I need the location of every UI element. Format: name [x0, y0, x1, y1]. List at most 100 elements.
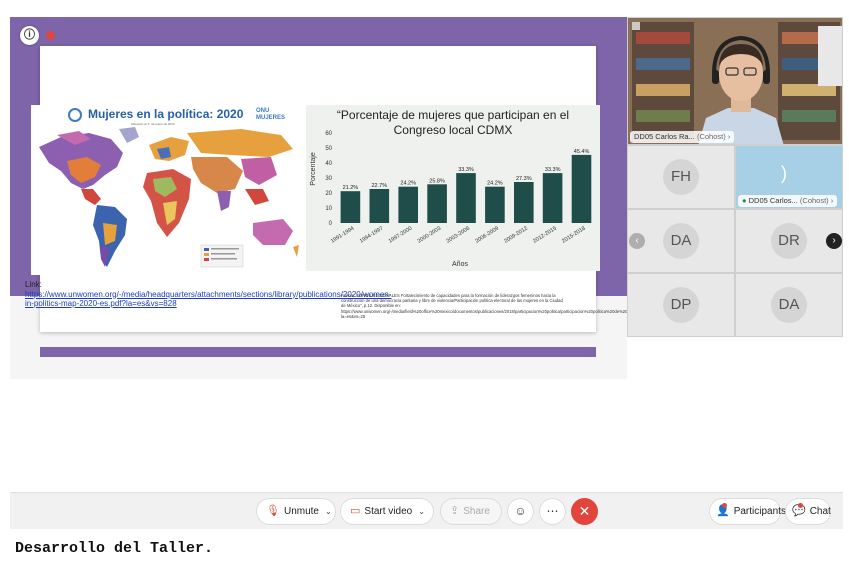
notification-dot [722, 503, 727, 508]
share-icon: ⇪ [450, 505, 460, 517]
chart-bar [340, 191, 361, 223]
chart-x-tick-label: 2006-2009 [474, 226, 499, 245]
more-options-button[interactable]: ⋯ [539, 498, 566, 525]
chart-data-label: 33.3% [545, 167, 561, 173]
map-title: Mujeres en la política: 2020 [88, 107, 244, 121]
un-women-logo: ONU MUJERES [256, 108, 286, 121]
video-off-icon: ▭ [350, 505, 361, 517]
bar-chart-panel: “Porcentaje de mujeres que participan en… [306, 105, 600, 271]
chart-x-tick-label: 2012-2015 [532, 226, 557, 245]
chart-x-tick-label: 1994-1997 [359, 226, 384, 245]
chart-y-tick-label: 50 [325, 146, 332, 152]
participant-avatar: DA [663, 223, 699, 259]
slide-footer-band [40, 347, 596, 357]
participant-role: (Cohost) [799, 196, 829, 205]
chart-data-label: 22.7% [371, 183, 387, 189]
speaking-indicator-icon: ) [781, 163, 787, 183]
link-label: Link: [25, 280, 42, 289]
chart-bar [456, 173, 476, 223]
chart-x-tick-label: 2003-2006 [446, 226, 471, 245]
chart-x-tick-label: 2000-2003 [417, 226, 442, 245]
unmute-button[interactable]: 🎙 Unmute ⌄ [256, 498, 336, 525]
chart-x-tick-label: 1991-1994 [330, 226, 355, 245]
chart-bar [571, 154, 592, 223]
chevron-down-icon[interactable]: ⌄ [325, 499, 332, 524]
shared-screen: Mujeres en la política: 2020 Situación a… [10, 17, 627, 492]
meeting-toolbar: 🎙 Unmute ⌄ ▭ Start video ⌄ ⇪ Share ☺ ⋯ ✕ 👤 Par… [10, 492, 843, 529]
unmute-label: Unmute [283, 506, 319, 517]
speaker-name: DD05 Carlos Ra... [634, 132, 695, 141]
participant-name: DD05 Carlos... [748, 196, 798, 205]
speaker-name-label: DD05 Carlos Ra... (Cohost) › [630, 131, 735, 143]
info-icon[interactable]: ⓘ [20, 26, 39, 45]
image-caption: Desarrollo del Taller. [15, 540, 214, 557]
chart-data-label: 25.8% [429, 178, 445, 184]
speaker-video-feed [628, 18, 842, 144]
close-icon: ✕ [578, 503, 591, 519]
audio-wave-icon: › [830, 196, 834, 205]
chart-y-axis-label: Porcentaje [310, 152, 317, 186]
presentation-slide: Mujeres en la política: 2020 Situación a… [10, 17, 627, 379]
chevron-down-icon[interactable]: ⌄ [418, 499, 425, 524]
bar-chart: Porcentaje Años 0 10 20 30 40 50 60 21.2% 22.7%… [310, 131, 592, 268]
map-source-link: Link: https://www.unwomen.org/-/media/he… [25, 280, 391, 309]
start-video-label: Start video [364, 506, 413, 517]
muted-microphone-icon: 🎙 [266, 505, 280, 517]
chart-y-tick-label: 30 [325, 176, 332, 182]
share-button[interactable]: ⇪ Share [440, 498, 502, 525]
chart-bar [514, 182, 534, 223]
chart-x-axis-label: Años [452, 261, 468, 268]
chart-data-label: 27.3% [516, 176, 532, 182]
chart-x-tick-label: 2009-2012 [503, 226, 528, 245]
share-label: Share [463, 506, 490, 517]
emoji-icon: ☺ [514, 504, 527, 518]
world-map-graphic [39, 127, 299, 268]
chart-bar [427, 184, 447, 223]
chat-button[interactable]: 💬 Chat [785, 498, 831, 525]
participant-avatar: DP [663, 287, 699, 323]
chart-data-label: 33.3% [458, 167, 474, 173]
un-logo-icon [68, 108, 82, 122]
leave-meeting-button[interactable]: ✕ [571, 498, 598, 525]
participant-name-label: ● DD05 Carlos... (Cohost) › [738, 195, 838, 207]
participant-tile[interactable]: FH [627, 145, 735, 209]
participant-avatar: FH [663, 159, 699, 195]
grid-next-page-button[interactable]: › [826, 233, 842, 249]
chart-y-tick-label: 40 [325, 161, 332, 167]
participant-avatar: DA [771, 287, 807, 323]
start-video-button[interactable]: ▭ Start video ⌄ [340, 498, 434, 525]
chart-x-tick-label: 2015-2018 [561, 226, 586, 245]
world-map-image: Mujeres en la política: 2020 Situación a… [31, 105, 304, 275]
speaker-video-tile[interactable]: DD05 Carlos Ra... (Cohost) › [627, 17, 843, 145]
reactions-button[interactable]: ☺ [507, 498, 534, 525]
map-subtitle: Situación al 1° de enero de 2020 [131, 122, 175, 126]
chart-x-tick-label: 1997-2000 [388, 226, 413, 245]
participant-avatar: DR [771, 223, 807, 259]
chart-y-tick-label: 20 [325, 191, 332, 197]
chart-data-label: 45.4% [574, 149, 590, 155]
chart-y-tick-label: 60 [325, 131, 332, 137]
connection-icon: ● [742, 196, 747, 205]
participants-button[interactable]: 👤 Participants [709, 498, 786, 525]
chart-y-tick-label: 10 [325, 206, 332, 212]
recording-indicator-icon [46, 31, 55, 40]
chart-bar [369, 189, 390, 223]
chart-bar [485, 186, 505, 223]
meeting-window: Mujeres en la política: 2020 Situación a… [10, 17, 843, 529]
chart-bar [542, 173, 563, 223]
grid-prev-page-button[interactable]: ‹ [629, 233, 645, 249]
chat-label: Chat [809, 506, 831, 517]
audio-wave-icon: › [727, 132, 731, 141]
speaker-role: (Cohost) [696, 132, 726, 141]
chart-source-note: Fuente: FOROS REGIONALES Fortalecimiento… [341, 293, 627, 319]
chart-data-label: 24.2% [400, 181, 416, 187]
participant-tile[interactable]: DA [735, 273, 843, 337]
participant-tile[interactable]: DP [627, 273, 735, 337]
chart-y-tick-label: 0 [329, 221, 333, 227]
chart-data-label: 21.2% [343, 185, 359, 191]
active-participant-tile[interactable]: ) ● DD05 Carlos... (Cohost) › [735, 145, 843, 209]
participants-label: Participants [733, 506, 786, 517]
chart-bar [398, 186, 418, 223]
notification-dot [798, 503, 803, 508]
chart-data-label: 24.2% [487, 181, 503, 187]
